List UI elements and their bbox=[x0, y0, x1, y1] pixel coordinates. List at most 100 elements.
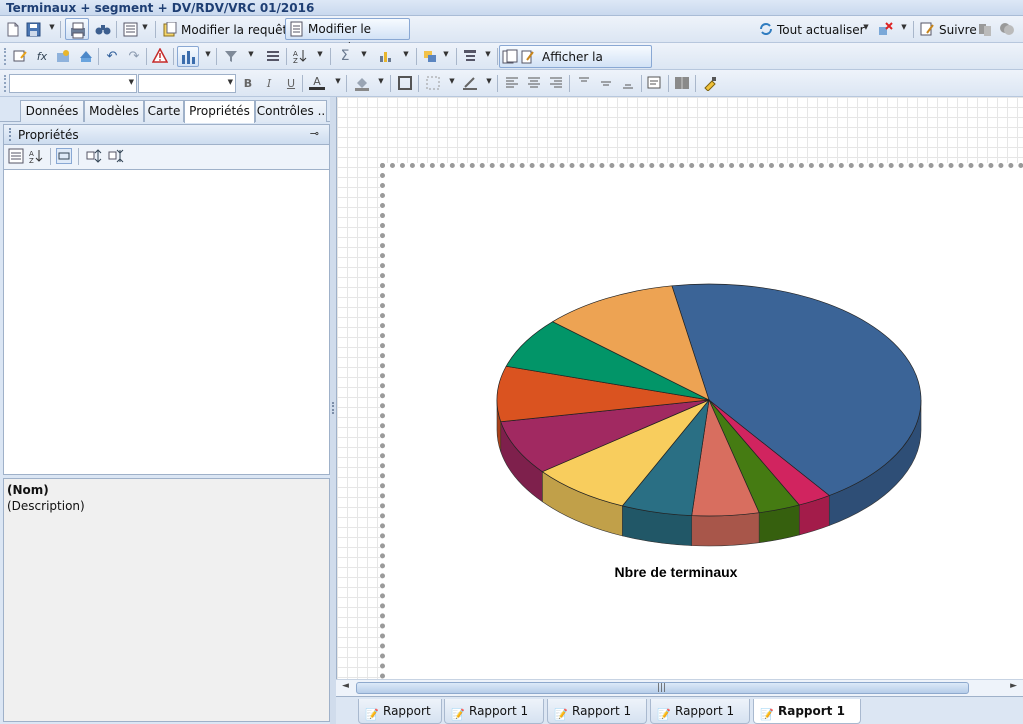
bold-button[interactable]: B bbox=[240, 75, 256, 91]
report-tab-2[interactable]: 📝 Rapport 1 (1) bbox=[444, 699, 544, 724]
chart-type-button[interactable] bbox=[177, 46, 199, 67]
align-left-icon[interactable] bbox=[504, 75, 520, 91]
font-size-select[interactable]: ▼ bbox=[138, 74, 236, 93]
edit-query-button[interactable]: Modifier la requête bbox=[181, 21, 295, 39]
properties-grid[interactable] bbox=[3, 169, 330, 475]
refresh-all-button[interactable]: Tout actualiser bbox=[777, 21, 865, 39]
format-toolbar: ▼ ▼ B I U A ▼ ▼ ▼ ▼ bbox=[0, 70, 1023, 97]
sum-icon[interactable]: Σ bbox=[337, 48, 353, 64]
report-tab-4[interactable]: 📝 Rapport 1 (3) bbox=[650, 699, 750, 724]
report-icon: 📝 bbox=[451, 708, 465, 721]
ranking-icon[interactable] bbox=[378, 48, 394, 64]
ranking-dropdown-icon[interactable]: ▼ bbox=[402, 50, 410, 58]
horizontal-scrollbar[interactable]: ◄ ||| ► bbox=[336, 679, 1023, 696]
group-icon[interactable] bbox=[78, 48, 94, 64]
structure-icon bbox=[502, 49, 518, 68]
line-color-icon[interactable] bbox=[462, 75, 478, 91]
sort-icon[interactable]: AZ bbox=[292, 48, 308, 64]
wrap-text-icon[interactable] bbox=[647, 75, 663, 91]
collapse-all-icon[interactable] bbox=[108, 148, 124, 164]
report-tabs: 📝 Rapport 1 📝 Rapport 1 (1) 📝 Rapport 1 … bbox=[336, 696, 1023, 724]
tab-map[interactable]: Carte bbox=[144, 100, 184, 122]
binoculars-icon[interactable] bbox=[95, 21, 111, 37]
categorized-icon[interactable] bbox=[8, 148, 24, 164]
border-style-dropdown-icon[interactable]: ▼ bbox=[448, 77, 456, 85]
property-name: (Nom) bbox=[7, 483, 49, 497]
scrollbar-thumb[interactable]: ||| bbox=[356, 682, 969, 694]
pin-icon[interactable]: ⊸ bbox=[310, 127, 319, 140]
save-icon[interactable] bbox=[25, 21, 41, 37]
formula-icon[interactable]: fx bbox=[34, 48, 50, 64]
tab-properties[interactable]: Propriétés bbox=[184, 100, 255, 123]
align-top-icon[interactable] bbox=[576, 75, 592, 91]
edit-report-button[interactable]: Modifier le rapport bbox=[285, 18, 410, 54]
report-icon: 📝 bbox=[365, 708, 379, 721]
new-document-icon[interactable] bbox=[5, 21, 21, 37]
undo-icon[interactable]: ↶ bbox=[104, 48, 120, 64]
format-painter-icon[interactable] bbox=[702, 75, 718, 91]
font-name-select[interactable]: ▼ bbox=[9, 74, 137, 93]
purge-dropdown-icon[interactable]: ▼ bbox=[900, 23, 908, 31]
report-icon: 📝 bbox=[657, 708, 671, 721]
alphabetical-sort-icon[interactable]: AZ bbox=[28, 148, 44, 164]
track-button[interactable]: Suivre bbox=[939, 21, 977, 39]
purge-icon[interactable] bbox=[878, 21, 894, 37]
section-dropdown-icon[interactable]: ▼ bbox=[484, 50, 492, 58]
section-icon[interactable] bbox=[462, 48, 478, 64]
pie-chart[interactable]: Nbre de terminaux bbox=[385, 168, 1023, 679]
insert-variable-icon[interactable] bbox=[12, 48, 28, 64]
break-icon[interactable] bbox=[265, 48, 281, 64]
align-right-icon[interactable] bbox=[548, 75, 564, 91]
merge-cells-icon[interactable] bbox=[674, 75, 690, 91]
print-preview-button[interactable] bbox=[65, 18, 89, 40]
new-variable-icon[interactable] bbox=[55, 48, 71, 64]
align-middle-icon[interactable] bbox=[598, 75, 614, 91]
left-panel-tabs: Données Modèles Carte Propriétés Contrôl… bbox=[0, 97, 333, 123]
fill-color-icon[interactable] bbox=[354, 75, 370, 91]
font-color-button[interactable]: A bbox=[309, 75, 325, 90]
report-tab-3[interactable]: 📝 Rapport 1 (2) bbox=[547, 699, 647, 724]
filter-icon[interactable] bbox=[223, 48, 239, 64]
report-tab-1[interactable]: 📝 Rapport 1 bbox=[358, 699, 442, 724]
redo-icon[interactable]: ↷ bbox=[126, 48, 142, 64]
tab-models[interactable]: Modèles bbox=[84, 100, 144, 122]
edit-query-icon bbox=[161, 21, 177, 37]
expand-all-icon[interactable] bbox=[86, 148, 102, 164]
font-color-dropdown-icon[interactable]: ▼ bbox=[334, 77, 342, 85]
show-structure-button[interactable]: Afficher la structure bbox=[499, 45, 652, 82]
line-color-dropdown-icon[interactable]: ▼ bbox=[485, 77, 493, 85]
fill-color-dropdown-icon[interactable]: ▼ bbox=[377, 77, 385, 85]
border-style-icon[interactable] bbox=[425, 75, 441, 91]
svg-text:Z: Z bbox=[293, 57, 298, 64]
view-mode-dropdown-icon[interactable]: ▼ bbox=[141, 23, 149, 31]
tab-data[interactable]: Données bbox=[20, 100, 84, 122]
view-mode-icon[interactable] bbox=[122, 21, 138, 37]
sort-dropdown-icon[interactable]: ▼ bbox=[316, 50, 324, 58]
italic-button[interactable]: I bbox=[261, 75, 277, 91]
report-tab-label: Rapport 1 (3) bbox=[675, 704, 735, 718]
scroll-right-icon[interactable]: ► bbox=[1010, 681, 1017, 691]
refresh-dropdown-icon[interactable]: ▼ bbox=[862, 23, 870, 31]
align-center-icon[interactable] bbox=[526, 75, 542, 91]
sum-dropdown-icon[interactable]: ▼ bbox=[360, 50, 368, 58]
filter-dropdown-icon[interactable]: ▼ bbox=[247, 50, 255, 58]
underline-button[interactable]: U bbox=[283, 75, 299, 91]
property-pages-icon[interactable] bbox=[56, 148, 72, 164]
window-title-bar: Terminaux + segment + DV/RDV/VRC 01/2016 bbox=[0, 0, 1023, 16]
save-dropdown-icon[interactable]: ▼ bbox=[48, 23, 56, 31]
warning-icon[interactable] bbox=[152, 48, 168, 64]
border-icon[interactable] bbox=[397, 75, 413, 91]
property-description-text: (Description) bbox=[7, 499, 85, 513]
tab-controls[interactable]: Contrôles .. bbox=[255, 100, 327, 122]
property-description: (Nom) (Description) bbox=[3, 478, 330, 722]
report-tab-label: Rapport 1 (4) bbox=[778, 704, 845, 718]
report-tab-5[interactable]: 📝 Rapport 1 (4) bbox=[753, 699, 861, 724]
align-objects-icon[interactable] bbox=[422, 48, 438, 64]
scroll-left-icon[interactable]: ◄ bbox=[342, 681, 349, 691]
report-canvas[interactable]: Nbre de terminaux bbox=[336, 97, 1023, 679]
show-changes-icon bbox=[977, 21, 993, 37]
chart-type-dropdown-icon[interactable]: ▼ bbox=[204, 50, 212, 58]
font-name-dropdown-icon: ▼ bbox=[128, 78, 134, 86]
align-objects-dropdown-icon[interactable]: ▼ bbox=[442, 50, 450, 58]
align-bottom-icon[interactable] bbox=[620, 75, 636, 91]
